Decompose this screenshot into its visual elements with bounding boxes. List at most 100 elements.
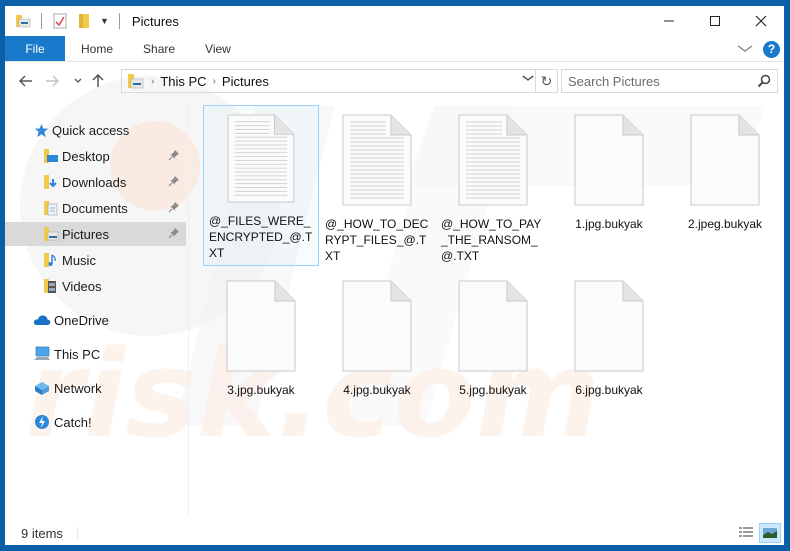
- sidebar-item-label: Pictures: [62, 226, 109, 242]
- file-name: 1.jpg.bukyak: [575, 217, 643, 231]
- refresh-button[interactable]: ↻: [535, 70, 557, 92]
- recent-locations-dropdown[interactable]: [69, 70, 87, 92]
- sidebar-item-music[interactable]: Music: [5, 248, 186, 272]
- navigation-bar: › This PC › Pictures ↻: [5, 68, 784, 94]
- sidebar-item-videos[interactable]: Videos: [5, 274, 186, 298]
- blank-file-icon: [574, 114, 644, 206]
- pane-divider[interactable]: [188, 102, 189, 516]
- sidebar-item-label: Desktop: [62, 148, 110, 164]
- tab-file[interactable]: File: [5, 36, 65, 61]
- breadcrumb-pictures[interactable]: Pictures: [222, 74, 269, 89]
- text-file-icon: [227, 114, 295, 203]
- file-name: 3.jpg.bukyak: [227, 383, 295, 397]
- pictures-folder-icon: [127, 73, 145, 89]
- address-bar[interactable]: › This PC › Pictures ↻: [121, 69, 558, 93]
- sidebar-item-pictures[interactable]: Pictures: [5, 222, 186, 246]
- file-item[interactable]: 2.jpeg.bukyak: [668, 106, 782, 236]
- file-item[interactable]: @_HOW_TO_DECRYPT_FILES_@.TXT: [320, 106, 434, 268]
- sidebar-item-documents[interactable]: Documents: [5, 196, 186, 220]
- network-icon: [33, 380, 51, 396]
- maximize-button[interactable]: [692, 6, 738, 36]
- help-button[interactable]: ?: [763, 40, 780, 58]
- large-icons-view-icon: [763, 528, 777, 538]
- tab-home[interactable]: Home: [65, 36, 128, 61]
- file-name: @_HOW_TO_DECRYPT_FILES_@.TXT: [325, 217, 429, 263]
- customize-toolbar-dropdown-icon[interactable]: ▼: [100, 16, 109, 26]
- properties-icon[interactable]: [52, 13, 68, 29]
- downloads-folder-icon: [43, 174, 59, 190]
- details-view-button[interactable]: [735, 523, 757, 543]
- back-button[interactable]: [15, 70, 37, 92]
- file-name: @_HOW_TO_PAY_THE_RANSOM_@.TXT: [441, 217, 542, 263]
- sidebar-item-network[interactable]: Network: [5, 376, 186, 400]
- sidebar-item-onedrive[interactable]: OneDrive: [5, 308, 186, 332]
- sidebar-item-label: Documents: [62, 200, 128, 216]
- file-item[interactable]: @_HOW_TO_PAY_THE_RANSOM_@.TXT: [436, 106, 550, 268]
- sidebar-item-label: Network: [54, 380, 102, 396]
- star-icon: [33, 122, 49, 138]
- sidebar-item-label: Music: [62, 252, 96, 268]
- sidebar-item-label: Downloads: [62, 174, 127, 190]
- sidebar-item-label: Videos: [62, 278, 102, 294]
- folder-pictures-icon[interactable]: [15, 13, 31, 29]
- search-icon[interactable]: [757, 74, 771, 91]
- music-folder-icon: [43, 252, 59, 268]
- pin-icon[interactable]: [168, 201, 180, 216]
- forward-button[interactable]: [41, 70, 63, 92]
- blank-file-icon: [690, 114, 760, 206]
- expand-ribbon-icon[interactable]: [737, 42, 754, 56]
- sidebar-item-this-pc[interactable]: This PC: [5, 342, 186, 366]
- text-file-icon: [458, 114, 528, 206]
- sidebar-item-label: Catch!: [54, 414, 92, 430]
- sidebar-item-label: This PC: [54, 346, 101, 362]
- file-name: 5.jpg.bukyak: [459, 383, 527, 397]
- title-bar: ▼ Pictures: [5, 6, 784, 36]
- file-item[interactable]: 5.jpg.bukyak: [436, 272, 550, 402]
- videos-folder-icon: [43, 278, 59, 294]
- file-item[interactable]: 1.jpg.bukyak: [552, 106, 666, 236]
- breadcrumb-this-pc[interactable]: This PC: [160, 74, 206, 89]
- large-icons-view-button[interactable]: [759, 523, 781, 543]
- window-title: Pictures: [131, 13, 179, 29]
- sidebar-item-quick-access[interactable]: Quick access: [5, 118, 186, 142]
- blank-file-icon: [226, 280, 296, 372]
- item-count: 9 items: [21, 525, 63, 541]
- blank-file-icon: [458, 280, 528, 372]
- address-dropdown-icon[interactable]: [522, 73, 535, 85]
- search-input[interactable]: [568, 73, 748, 89]
- navigation-pane: Quick access Desktop Downloads Documents…: [5, 102, 186, 516]
- pictures-folder-icon: [43, 226, 59, 242]
- pin-icon[interactable]: [168, 175, 180, 190]
- pin-icon[interactable]: [168, 227, 180, 242]
- up-button[interactable]: [87, 70, 109, 92]
- catch-icon: [33, 414, 51, 430]
- file-list: @_FILES_WERE_ENCRYPTED_@.TXT @_HOW_TO_DE…: [195, 102, 780, 516]
- file-name: 4.jpg.bukyak: [343, 383, 411, 397]
- details-view-icon: [739, 527, 753, 537]
- status-divider: [76, 526, 78, 540]
- minimize-button[interactable]: [646, 6, 692, 36]
- pin-icon[interactable]: [168, 149, 180, 164]
- tab-view[interactable]: View: [190, 36, 246, 61]
- file-name: 2.jpeg.bukyak: [687, 217, 763, 231]
- new-folder-icon[interactable]: [76, 13, 92, 29]
- file-item[interactable]: 6.jpg.bukyak: [552, 272, 666, 402]
- computer-icon: [33, 346, 51, 362]
- file-item[interactable]: 3.jpg.bukyak: [204, 272, 318, 402]
- file-name: 6.jpg.bukyak: [575, 383, 643, 397]
- ribbon-tabs: File Home Share View ?: [5, 36, 784, 62]
- breadcrumb-separator: ›: [151, 75, 155, 87]
- tab-share[interactable]: Share: [128, 36, 190, 61]
- sidebar-item-desktop[interactable]: Desktop: [5, 144, 186, 168]
- close-button[interactable]: [738, 6, 784, 36]
- file-item[interactable]: 4.jpg.bukyak: [320, 272, 434, 402]
- search-box[interactable]: [561, 69, 778, 93]
- file-name: @_FILES_WERE_ENCRYPTED_@.TXT: [209, 214, 313, 260]
- sidebar-item-downloads[interactable]: Downloads: [5, 170, 186, 194]
- sidebar-item-catch[interactable]: Catch!: [5, 410, 186, 434]
- file-item[interactable]: @_FILES_WERE_ENCRYPTED_@.TXT: [203, 105, 319, 266]
- desktop-folder-icon: [43, 148, 59, 164]
- blank-file-icon: [574, 280, 644, 372]
- toolbar-divider: [118, 13, 120, 29]
- file-explorer-window: risk.com ▼ Pictures File Home Share View…: [5, 6, 784, 545]
